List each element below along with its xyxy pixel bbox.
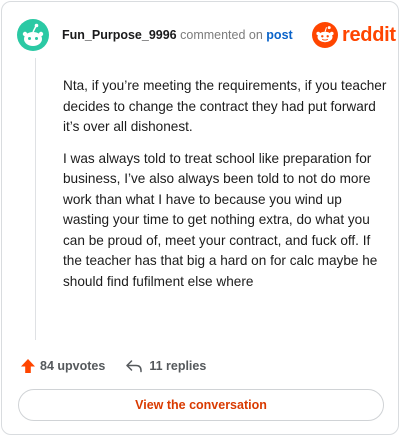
- post-link[interactable]: post: [266, 28, 292, 42]
- reddit-snoo-icon: [312, 22, 338, 48]
- snoo-avatar-icon[interactable]: [17, 19, 49, 51]
- view-conversation-button[interactable]: View the conversation: [18, 389, 384, 421]
- upvotes-count: 84 upvotes: [40, 359, 106, 373]
- comment-embed-card: Fun_Purpose_9996 commented on post reddi…: [1, 1, 399, 435]
- replies-count: 11 replies: [149, 359, 207, 373]
- upvote-button[interactable]: 84 upvotes: [20, 358, 105, 374]
- thread-line[interactable]: [35, 58, 36, 340]
- comment-paragraph: I was always told to treat school like p…: [63, 150, 378, 289]
- comment-header: Fun_Purpose_9996 commented on post reddi…: [2, 2, 398, 64]
- commented-on-text: commented on: [180, 28, 263, 42]
- reddit-logo[interactable]: reddit: [312, 22, 396, 48]
- replies-button[interactable]: 11 replies: [125, 358, 206, 374]
- comment-meta: Fun_Purpose_9996 commented on post: [62, 28, 293, 42]
- username-link[interactable]: Fun_Purpose_9996: [62, 28, 177, 42]
- comment-body: Nta, if you’re meeting the requirements,…: [63, 76, 389, 303]
- reddit-wordmark: reddit: [342, 23, 396, 46]
- reply-arrow-icon: [126, 360, 143, 373]
- comment-actions: 84 upvotes 11 replies: [20, 356, 206, 376]
- upvote-arrow-icon: [21, 359, 35, 373]
- comment-paragraph: Nta, if you’re meeting the requirements,…: [63, 78, 387, 134]
